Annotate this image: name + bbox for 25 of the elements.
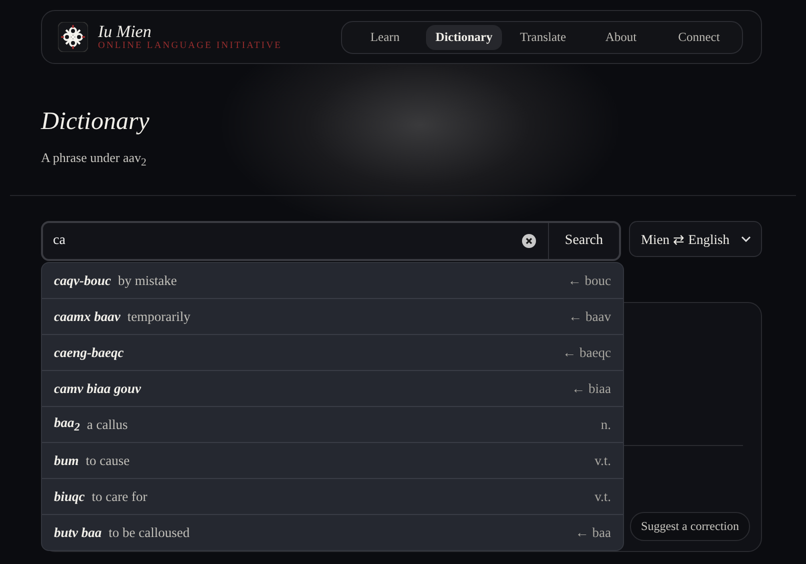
- suggestion-item[interactable]: biuqc to care for v.t.: [42, 478, 623, 514]
- nav-tab[interactable]: Learn: [348, 24, 422, 50]
- suggestion-item[interactable]: baa$_{2}$ a callus n.: [42, 406, 623, 442]
- search-field[interactable]: ca Search: [41, 221, 621, 261]
- suggestion-item[interactable]: camv biaa gouv ← biaa: [42, 370, 623, 406]
- nav-tab[interactable]: Dictionary: [426, 24, 502, 50]
- chevron-down-icon: [741, 236, 751, 242]
- suggestion-item[interactable]: bum to cause v.t.: [42, 442, 623, 478]
- page-title: Dictionary: [41, 108, 150, 136]
- clear-icon[interactable]: [522, 234, 536, 248]
- suggestion-item[interactable]: butv baa to be calloused ← baa: [42, 514, 623, 550]
- search-button[interactable]: Search: [548, 223, 619, 259]
- suggest-correction-button[interactable]: Suggest a correction: [630, 512, 750, 541]
- site-tagline: ONLINE LANGUAGE INITIATIVE: [98, 41, 282, 51]
- nav-tab[interactable]: Connect: [662, 24, 736, 50]
- site-name: Iu Mien: [98, 23, 152, 41]
- search-input[interactable]: ca: [43, 232, 522, 250]
- language-select[interactable]: Mien ⇄ English: [629, 221, 762, 257]
- suggestion-item[interactable]: caamx baav temporarily ← baav: [42, 298, 623, 334]
- nav-tab[interactable]: Translate: [506, 24, 580, 50]
- page-subtitle: A phrase under aav$_{2}$: [41, 150, 148, 169]
- suggestion-item[interactable]: caeng-baeqc ← baeqc: [42, 334, 623, 370]
- nav-tab[interactable]: About: [584, 24, 658, 50]
- suggestion-item[interactable]: caqv-bouc by mistake ← bouc: [42, 263, 623, 298]
- knot-logo-icon: [58, 22, 88, 52]
